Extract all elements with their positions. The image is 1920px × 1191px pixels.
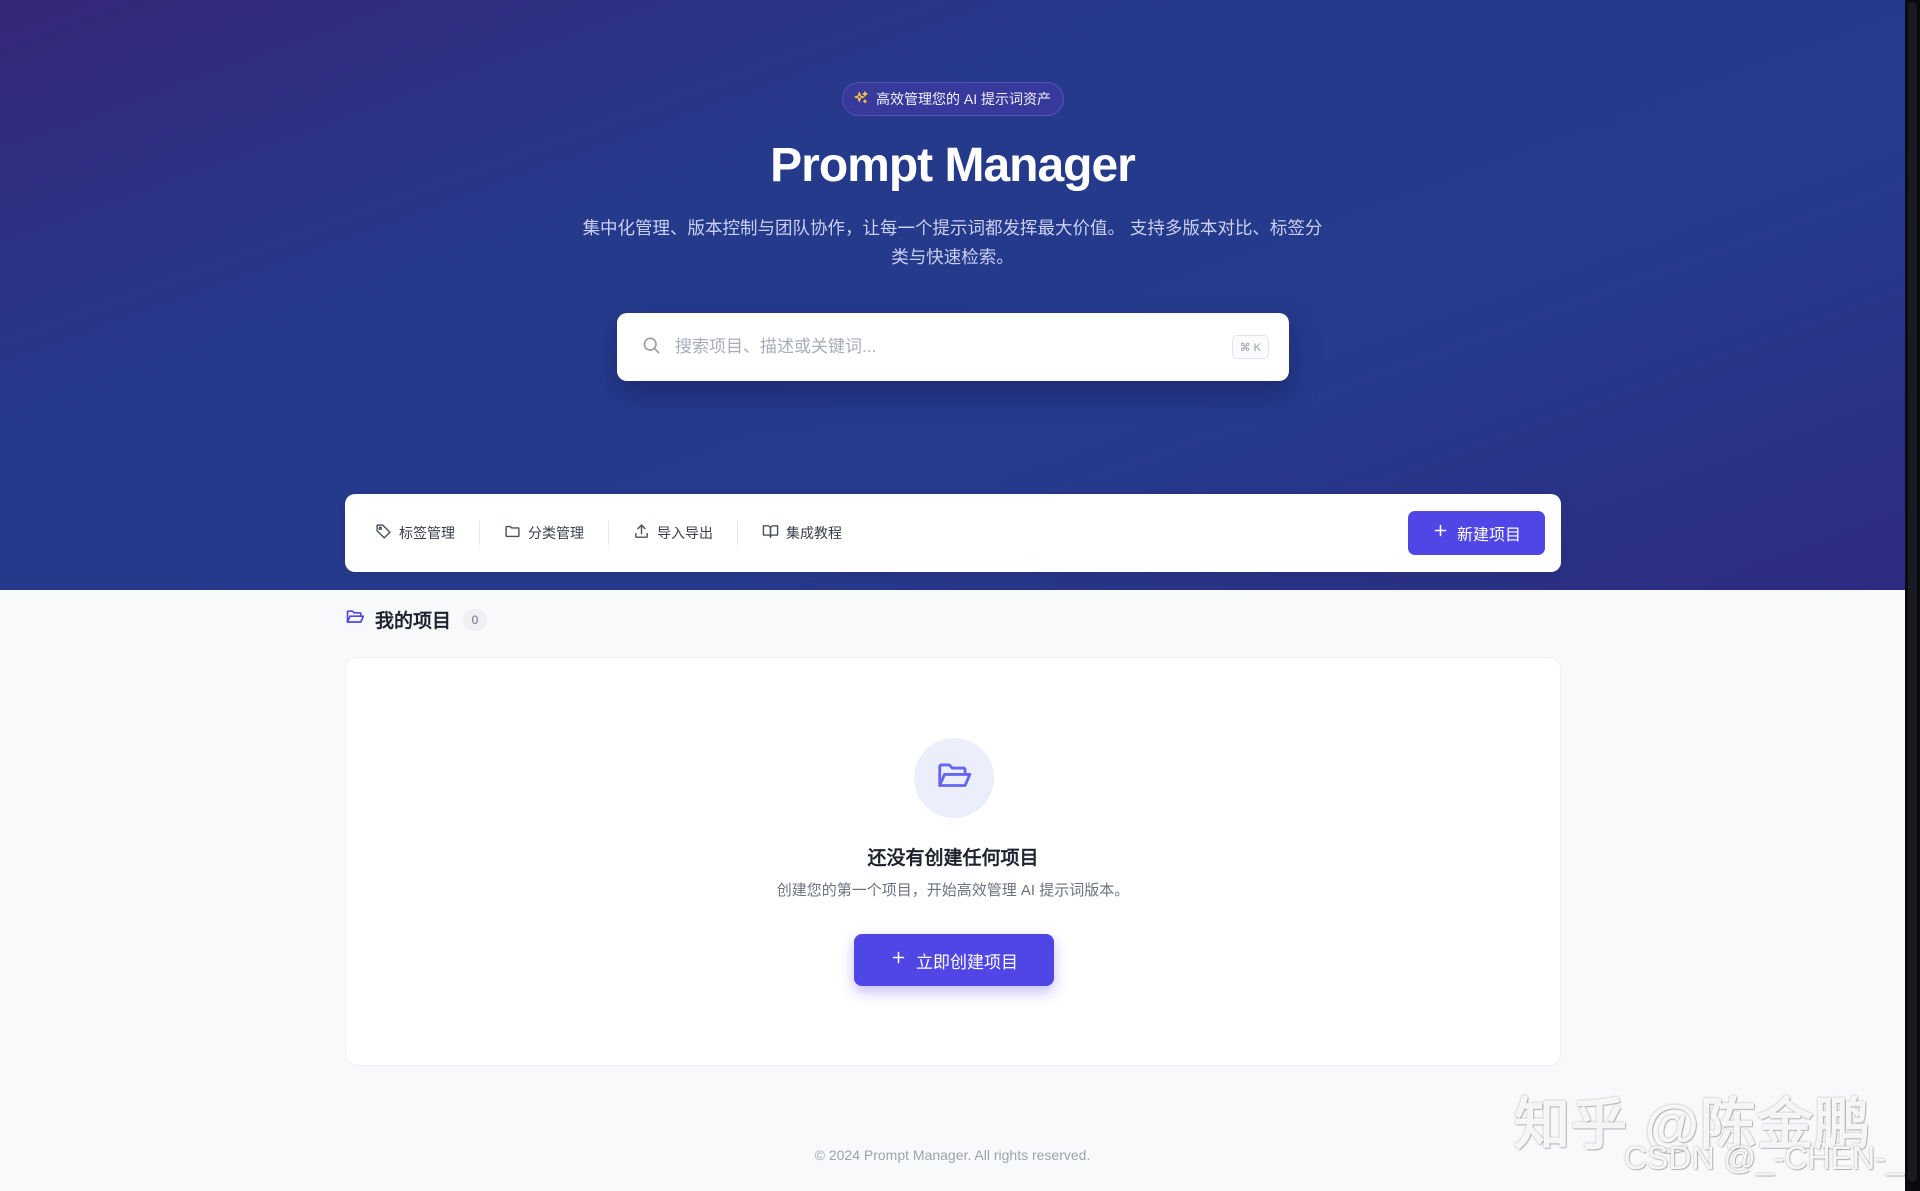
empty-state-card: 还没有创建任何项目 创建您的第一个项目，开始高效管理 AI 提示词版本。 立即创…	[345, 657, 1561, 1066]
toolbar: 标签管理 分类管理 导入导出 集成教程 新建项目	[345, 494, 1561, 572]
new-project-label: 新建项目	[1456, 527, 1521, 544]
sparkles-icon	[853, 90, 869, 109]
search-input[interactable]	[675, 337, 1232, 357]
empty-state-description: 创建您的第一个项目，开始高效管理 AI 提示词版本。	[776, 882, 1130, 899]
plus-icon	[1432, 522, 1449, 544]
scrollbar-thumb[interactable]	[1908, 2, 1917, 1182]
projects-count-badge: 0	[463, 608, 488, 631]
toolbar-divider	[479, 521, 480, 545]
search-icon	[641, 335, 661, 360]
scrollbar[interactable]	[1905, 0, 1920, 1191]
import-export-link[interactable]: 导入导出	[633, 523, 713, 543]
plus-icon	[890, 949, 907, 971]
create-project-label: 立即创建项目	[916, 952, 1018, 972]
projects-title: 我的项目	[375, 611, 452, 632]
tag-icon	[375, 523, 392, 543]
empty-state-title: 还没有创建任何项目	[867, 848, 1039, 869]
hero-title: Prompt Manager	[770, 139, 1136, 192]
folder-open-icon	[935, 757, 973, 800]
hero-subtitle: 集中化管理、版本控制与团队协作，让每一个提示词都发挥最大价值。 支持多版本对比、…	[565, 214, 1340, 272]
integration-tutorial-link[interactable]: 集成教程	[762, 523, 842, 543]
footer-copyright: © 2024 Prompt Manager. All rights reserv…	[814, 1147, 1091, 1163]
import-export-label: 导入导出	[657, 525, 713, 541]
folder-icon	[504, 523, 521, 543]
folder-open-icon	[345, 607, 365, 632]
category-management-link[interactable]: 分类管理	[504, 523, 584, 543]
toolbar-divider	[737, 521, 738, 545]
projects-header: 我的项目 0	[345, 606, 488, 633]
hero-subtitle-line2: 类与快速检索。	[891, 247, 1014, 267]
integration-tutorial-label: 集成教程	[786, 525, 842, 541]
create-project-button[interactable]: 立即创建项目	[854, 934, 1054, 986]
empty-state-icon-wrap	[914, 738, 994, 818]
toolbar-divider	[608, 521, 609, 545]
new-project-button[interactable]: 新建项目	[1407, 511, 1545, 555]
upload-icon	[633, 523, 650, 543]
hero-badge: 高效管理您的 AI 提示词资产	[842, 82, 1065, 116]
page: 高效管理您的 AI 提示词资产 Prompt Manager 集中化管理、版本控…	[0, 0, 1905, 1191]
search-bar[interactable]: ⌘ K	[617, 313, 1289, 381]
category-management-label: 分类管理	[528, 525, 584, 541]
tag-management-label: 标签管理	[399, 525, 455, 541]
hero-badge-text: 高效管理您的 AI 提示词资产	[876, 91, 1052, 107]
hero-subtitle-line1: 集中化管理、版本控制与团队协作，让每一个提示词都发挥最大价值。 支持多版本对比、…	[582, 218, 1323, 238]
tag-management-link[interactable]: 标签管理	[375, 523, 455, 543]
book-open-icon	[762, 523, 779, 543]
shortcut-hint: ⌘ K	[1231, 335, 1269, 359]
